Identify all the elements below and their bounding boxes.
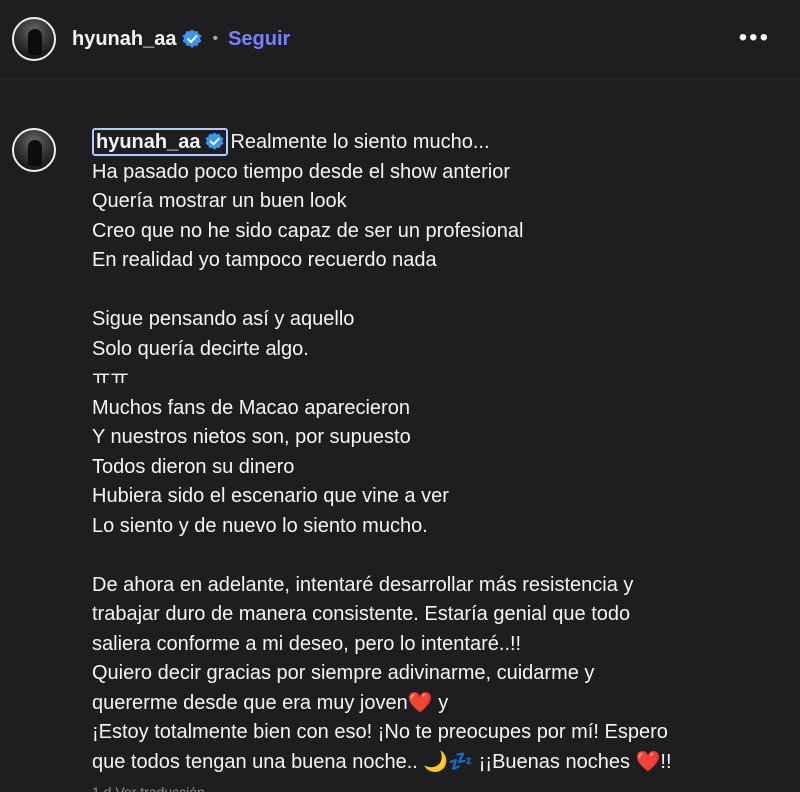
- comment-body: hyunah_aa Realmente lo siento mucho... Ha…: [92, 128, 772, 777]
- comment-line: que todos tengan una buena noche.. 🌙💤 ¡¡…: [92, 750, 672, 773]
- comment-line: ¡Estoy totalmente bien con eso! ¡No te p…: [92, 721, 668, 743]
- comment-avatar[interactable]: [12, 128, 56, 172]
- comment-text: Realmente lo siento mucho...: [230, 131, 490, 153]
- comment-line: Y nuestros nietos son, por supuesto: [92, 426, 411, 448]
- comment-line: quererme desde que era muy joven❤️ y: [92, 691, 449, 714]
- comment-blank-line: [92, 541, 772, 571]
- comment-blank-line: [92, 276, 772, 306]
- comment-line: Solo quería decirte algo.: [92, 337, 309, 360]
- verified-badge-icon: [182, 29, 202, 48]
- comment-line: Quiero decir gracias por siempre adivina…: [92, 662, 595, 684]
- follow-button[interactable]: Seguir: [228, 28, 290, 51]
- comment-line: En realidad yo tampoco recuerdo nada: [92, 249, 437, 271]
- comment-line: Ha pasado poco tiempo desde el show ante…: [92, 160, 511, 183]
- comment-username[interactable]: hyunah_aa: [92, 128, 229, 156]
- comment-line-0: hyunah_aa Realmente lo siento mucho...: [92, 128, 772, 158]
- comment-line: Creo que no he sido capaz de ser un prof…: [92, 219, 524, 242]
- separator-dot: •: [212, 30, 219, 47]
- comment-meta: 1 d Ver traducción: [92, 784, 205, 792]
- comment-line: Lo siento y de nuevo lo siento mucho.: [92, 514, 428, 537]
- comment-line: De ahora en adelante, intentaré desarrol…: [92, 573, 634, 596]
- comment-line: Sigue pensando así y aquello: [92, 308, 355, 330]
- comment-line: Quería mostrar un buen look: [92, 190, 347, 212]
- comment-line: Todos dieron su dinero: [92, 455, 295, 478]
- header-username[interactable]: hyunah_aa: [72, 28, 176, 51]
- avatar[interactable]: [12, 17, 56, 61]
- comment-line: saliera conforme a mi deseo, pero lo int…: [92, 632, 522, 655]
- post-header: hyunah_aa • Seguir •••: [0, 0, 800, 79]
- comment-line: trabajar duro de manera consistente. Est…: [92, 603, 631, 625]
- more-options-icon[interactable]: •••: [739, 24, 770, 52]
- verified-badge-icon: [205, 132, 225, 150]
- comment-line: ㅠㅠ: [92, 367, 129, 389]
- comment-line: Muchos fans de Macao aparecieron: [92, 396, 410, 419]
- comment-line: Hubiera sido el escenario que vine a ver: [92, 485, 449, 507]
- comment-username-text[interactable]: hyunah_aa: [96, 131, 200, 153]
